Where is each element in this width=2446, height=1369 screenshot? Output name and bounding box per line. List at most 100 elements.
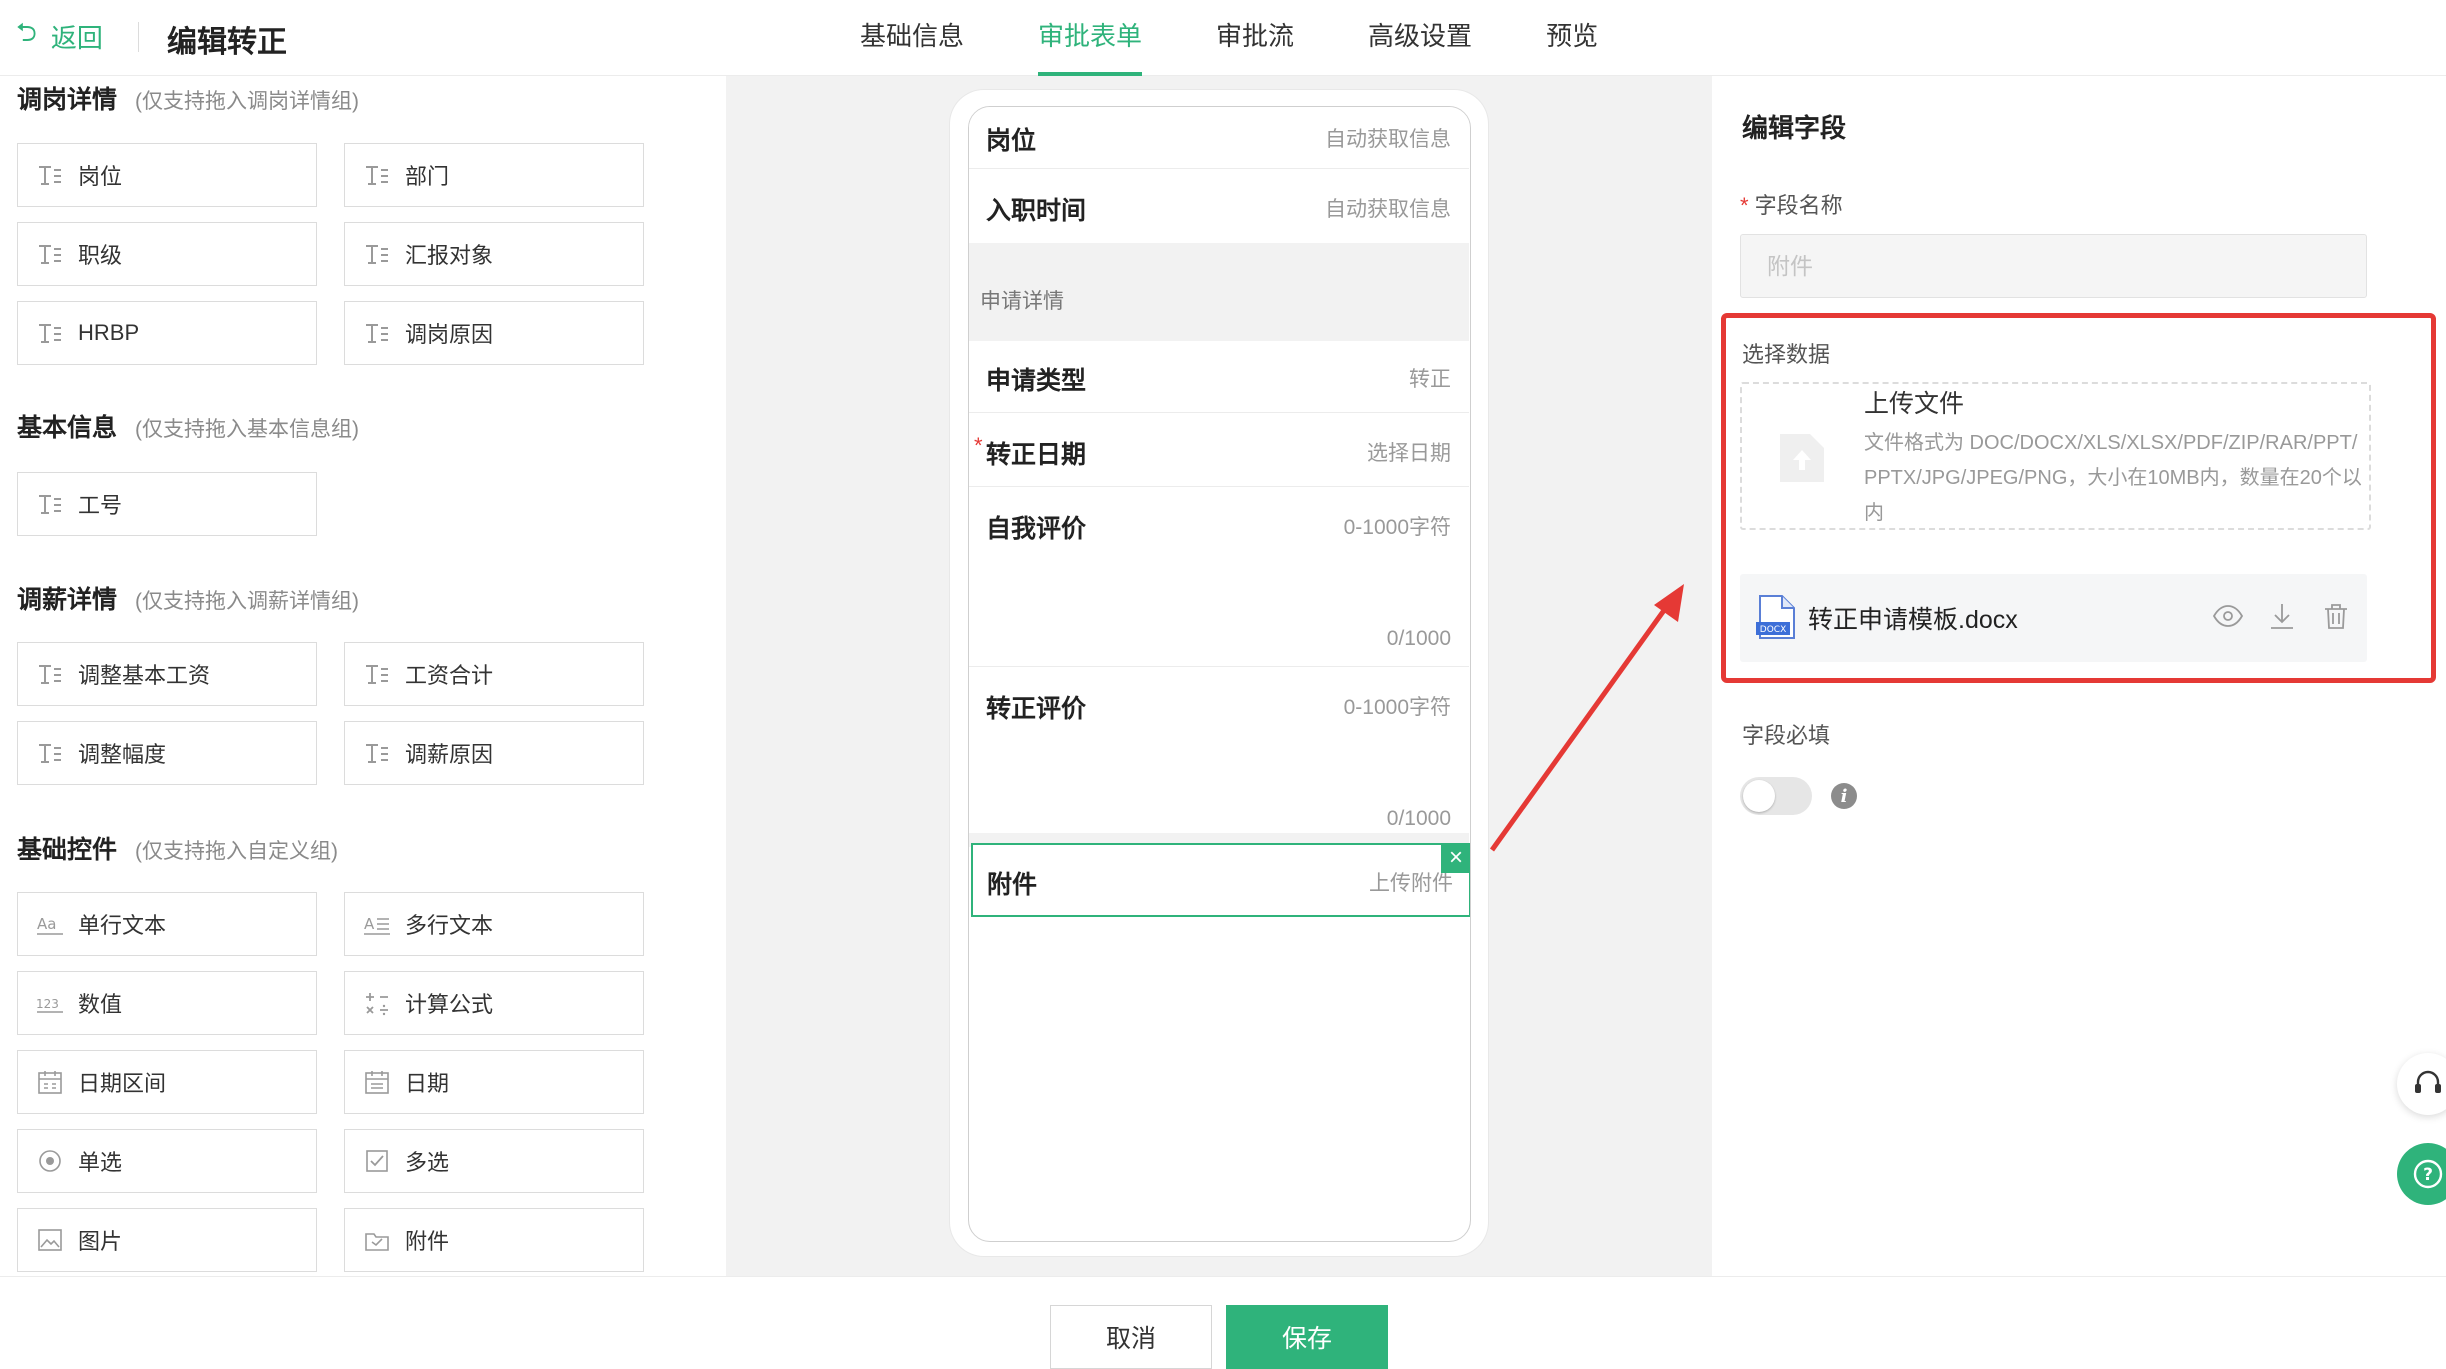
back-arrow-icon: ⮌: [16, 17, 37, 47]
preview-row-attachment-selected[interactable]: 附件 上传附件 ×: [971, 843, 1470, 917]
group-hint: (仅支持拖入调薪详情组): [135, 590, 360, 613]
date-range-icon: [34, 1066, 66, 1098]
control-transfer-reason[interactable]: 调岗原因: [344, 301, 644, 365]
select-data-label: 选择数据: [1742, 342, 1831, 367]
page-title: 编辑转正: [167, 26, 287, 59]
field-name-label: * 字段名称: [1740, 193, 1843, 218]
preview-row-apply-type[interactable]: 申请类型 转正: [969, 341, 1469, 413]
text-field-icon: [34, 159, 66, 191]
tab-approval-flow[interactable]: 审批流: [1216, 0, 1294, 76]
text-field-icon: [34, 658, 66, 690]
save-button[interactable]: 保存: [1226, 1305, 1388, 1369]
control-formula[interactable]: 计算公式: [344, 971, 644, 1035]
control-adjust-range[interactable]: 调整幅度: [17, 721, 317, 785]
control-hrbp[interactable]: HRBP: [17, 301, 317, 365]
required-mark: *: [974, 433, 983, 458]
tab-bar: 基础信息 审批表单 审批流 高级设置 预览: [860, 0, 1672, 76]
svg-text:Aa: Aa: [37, 915, 56, 933]
number-icon: 123: [34, 987, 66, 1019]
preview-textarea-self-eval[interactable]: 自我评价 0-1000字符 0/1000: [969, 487, 1469, 667]
field-name-input[interactable]: 附件: [1740, 234, 2367, 298]
char-counter: 0/1000: [1386, 627, 1451, 650]
control-radio[interactable]: 单选: [17, 1129, 317, 1193]
text-field-icon: [361, 238, 393, 270]
header-divider: [138, 22, 139, 52]
formula-icon: [361, 987, 393, 1019]
tab-basic-info[interactable]: 基础信息: [860, 0, 964, 76]
docx-file-icon: DOCX: [1756, 595, 1795, 639]
control-multi-line-text[interactable]: A 多行文本: [344, 892, 644, 956]
control-report-to[interactable]: 汇报对象: [344, 222, 644, 286]
text-field-icon: [34, 317, 66, 349]
control-adjust-base-salary[interactable]: 调整基本工资: [17, 642, 317, 706]
radio-icon: [34, 1145, 66, 1177]
svg-text:?: ?: [2423, 1165, 2433, 1185]
close-icon[interactable]: ×: [1441, 843, 1470, 873]
svg-text:123: 123: [36, 997, 59, 1011]
top-bar: ⮌ 返回 编辑转正 基础信息 审批表单 审批流 高级设置 预览: [0, 0, 2446, 76]
download-icon[interactable]: [2266, 600, 2302, 636]
preview-row-confirm-date[interactable]: * 转正日期 选择日期: [969, 413, 1469, 487]
group-title-basic-info: 基本信息 (仅支持拖入基本信息组): [17, 414, 360, 442]
group-hint: (仅支持拖入基本信息组): [135, 418, 360, 441]
text-field-icon: [34, 737, 66, 769]
text-field-icon: [361, 317, 393, 349]
cancel-button[interactable]: 取消: [1050, 1305, 1212, 1369]
control-date[interactable]: 日期: [344, 1050, 644, 1114]
file-upload-icon: [1780, 434, 1824, 482]
group-hint: (仅支持拖入调岗详情组): [135, 90, 360, 113]
toggle-knob: [1743, 780, 1775, 812]
control-position[interactable]: 岗位: [17, 143, 317, 207]
tab-preview[interactable]: 预览: [1546, 0, 1598, 76]
text-field-icon: [361, 658, 393, 690]
text-field-icon: [34, 238, 66, 270]
required-toggle[interactable]: [1740, 777, 1812, 815]
control-single-line-text[interactable]: Aa 单行文本: [17, 892, 317, 956]
back-button[interactable]: ⮌ 返回: [16, 16, 103, 56]
delete-trash-icon[interactable]: [2320, 600, 2356, 636]
phone-screen: 岗位 自动获取信息 入职时间 自动获取信息 申请详情 申请类型 转正 * 转正日…: [968, 106, 1471, 1242]
group-title-salary: 调薪详情 (仅支持拖入调薪详情组): [17, 586, 360, 614]
control-date-range[interactable]: 日期区间: [17, 1050, 317, 1114]
upload-description: 文件格式为 DOC/DOCX/XLS/XLSX/PDF/ZIP/RAR/PPT/…: [1864, 432, 2362, 524]
tab-advanced-settings[interactable]: 高级设置: [1368, 0, 1472, 76]
preview-textarea-confirm-eval[interactable]: 转正评价 0-1000字符 0/1000: [969, 667, 1469, 847]
section-title: 申请详情: [980, 290, 1064, 313]
text-field-icon: [361, 737, 393, 769]
multiline-text-icon: A: [361, 908, 393, 940]
info-icon[interactable]: i: [1831, 783, 1857, 809]
control-number[interactable]: 123 数值: [17, 971, 317, 1035]
field-editor-title: 编辑字段: [1742, 113, 1847, 143]
file-name: 转正申请模板.docx: [1808, 606, 2018, 634]
attachment-icon: [361, 1224, 393, 1256]
preview-row-hire-date[interactable]: 入职时间 自动获取信息: [969, 169, 1469, 243]
text-field-icon: [34, 488, 66, 520]
svg-text:DOCX: DOCX: [1760, 625, 1786, 635]
group-title-basic-controls: 基础控件 (仅支持拖入自定义组): [17, 836, 339, 864]
preview-row-position[interactable]: 岗位 自动获取信息: [969, 107, 1469, 169]
back-label: 返回: [50, 22, 103, 53]
checkbox-icon: [361, 1145, 393, 1177]
control-rank[interactable]: 职级: [17, 222, 317, 286]
calendar-icon: [361, 1066, 393, 1098]
group-hint: (仅支持拖入自定义组): [135, 840, 339, 863]
control-salary-total[interactable]: 工资合计: [344, 642, 644, 706]
control-employee-id[interactable]: 工号: [17, 472, 317, 536]
section-header-apply: 申请详情: [969, 243, 1469, 341]
control-salary-reason[interactable]: 调薪原因: [344, 721, 644, 785]
tab-approval-form[interactable]: 审批表单: [1038, 0, 1143, 76]
control-attachment[interactable]: 附件: [344, 1208, 644, 1272]
control-checkbox[interactable]: 多选: [344, 1129, 644, 1193]
uploaded-file-row: DOCX 转正申请模板.docx: [1740, 574, 2367, 662]
upload-dropzone[interactable]: 上传文件 文件格式为 DOC/DOCX/XLS/XLSX/PDF/ZIP/RAR…: [1740, 382, 2371, 530]
text-line-icon: Aa: [34, 908, 66, 940]
image-icon: [34, 1224, 66, 1256]
control-department[interactable]: 部门: [344, 143, 644, 207]
upload-title: 上传文件: [1864, 390, 1965, 418]
control-image[interactable]: 图片: [17, 1208, 317, 1272]
required-mark: *: [1740, 193, 1749, 218]
svg-text:A: A: [364, 915, 375, 933]
preview-eye-icon[interactable]: [2212, 600, 2248, 636]
text-field-icon: [361, 159, 393, 191]
required-toggle-label: 字段必填: [1742, 723, 1831, 748]
